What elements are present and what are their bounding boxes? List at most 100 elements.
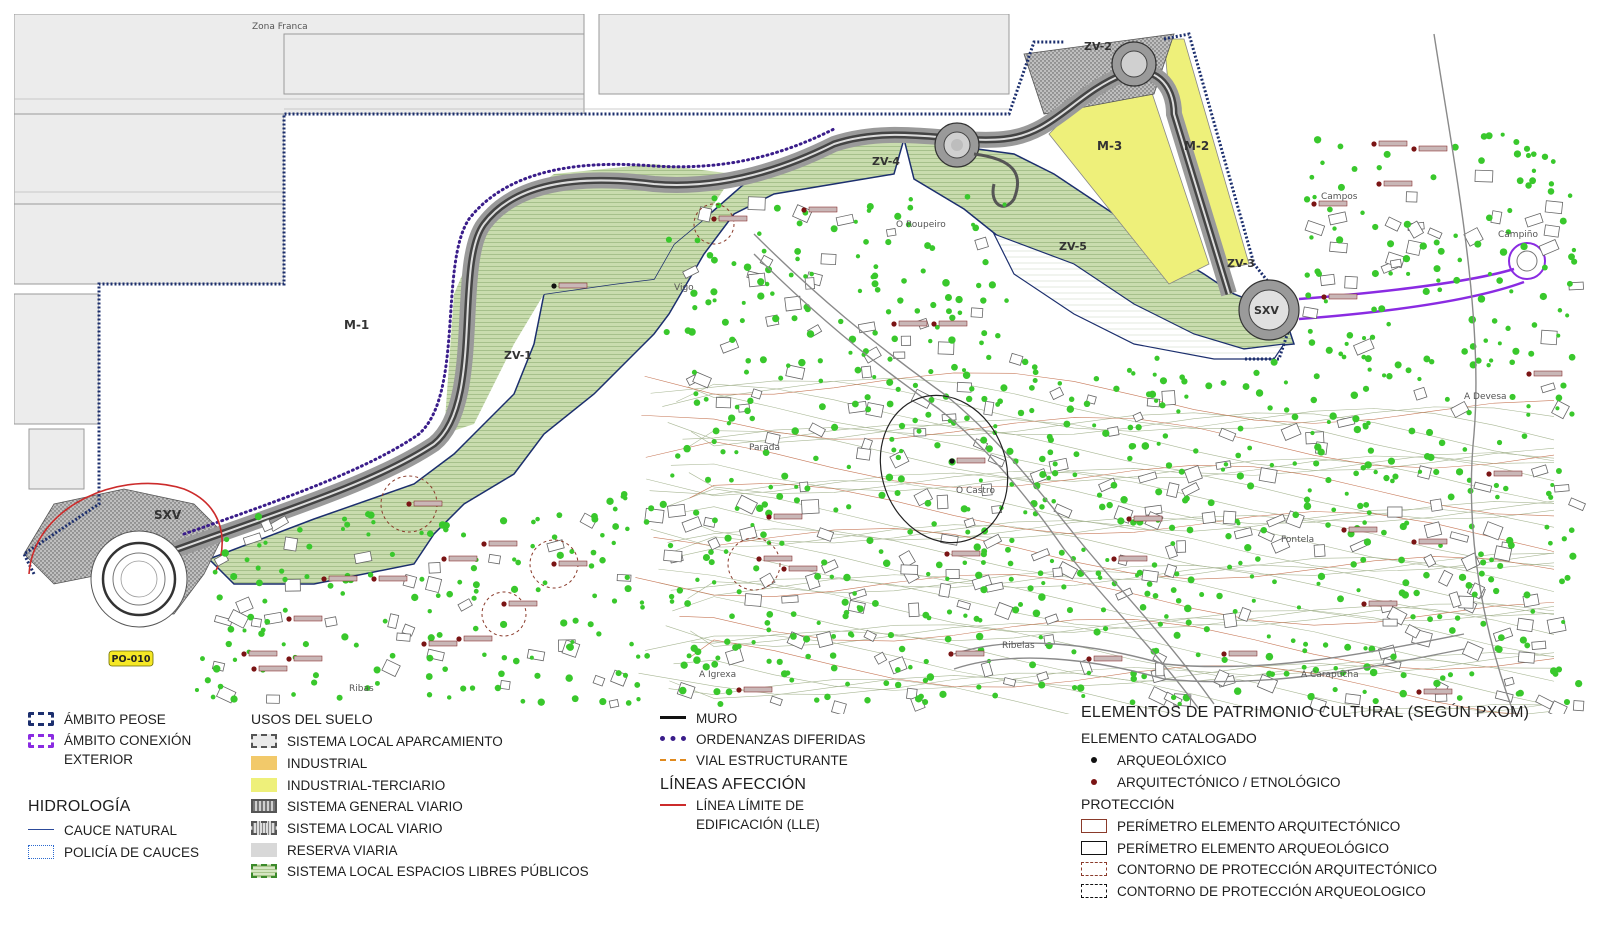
tree: [624, 585, 632, 593]
tree: [1360, 464, 1367, 471]
tree: [854, 366, 862, 374]
tree: [1394, 361, 1402, 369]
legend-uso-reserva-viaria: RESERVA VIARIA: [251, 840, 398, 860]
tree: [262, 598, 268, 604]
tree: [1185, 619, 1192, 626]
tree: [1440, 675, 1446, 681]
tree: [1283, 670, 1290, 677]
tree: [1152, 372, 1157, 377]
building: [1302, 306, 1319, 320]
tree: [1376, 164, 1382, 171]
tree: [712, 517, 718, 524]
tree: [426, 692, 433, 698]
tree: [371, 520, 376, 525]
tree: [788, 272, 794, 278]
tree: [460, 685, 467, 692]
tree: [845, 681, 851, 687]
building: [1329, 241, 1348, 254]
tree: [257, 543, 262, 548]
tree: [734, 506, 740, 511]
tree: [232, 657, 238, 663]
tree: [306, 543, 313, 550]
tree: [821, 559, 828, 566]
tree: [1410, 614, 1416, 620]
tree: [1187, 576, 1195, 584]
archaeological-perimeter-swatch: [1081, 841, 1107, 855]
tree: [1052, 461, 1058, 467]
tree: [1362, 422, 1368, 428]
tree: [817, 358, 823, 364]
tree: [1423, 355, 1431, 363]
tree: [1017, 409, 1025, 417]
tree: [711, 195, 718, 202]
tree: [1105, 557, 1110, 563]
tree: [1453, 233, 1458, 239]
label-zv1: ZV-1: [504, 349, 532, 362]
tree: [1313, 460, 1320, 467]
tree: [472, 581, 480, 589]
tree: [1159, 402, 1166, 409]
tree: [1073, 451, 1080, 458]
tree: [975, 282, 982, 289]
tree: [1496, 439, 1503, 446]
tree: [1195, 652, 1201, 658]
tree: [1316, 581, 1321, 586]
tree: [887, 632, 895, 639]
tree: [1565, 313, 1570, 318]
place-a-carapucha: A Carapucha: [1301, 670, 1359, 680]
tree: [1388, 271, 1393, 276]
tree: [667, 542, 674, 549]
tree: [705, 299, 712, 306]
building: [1344, 275, 1358, 289]
tree: [1051, 470, 1059, 477]
tree: [1530, 609, 1536, 614]
building: [266, 694, 280, 704]
tree: [1236, 472, 1244, 480]
tree: [1363, 501, 1370, 508]
tree: [712, 298, 717, 303]
tree: [874, 286, 881, 293]
tree: [1128, 442, 1136, 450]
tree: [1315, 270, 1323, 277]
tree: [1381, 529, 1387, 536]
legend-contorno-arquitectonico: CONTORNO DE PROTECCIÓN ARQUITECTÓNICO: [1081, 859, 1437, 879]
tree: [611, 540, 616, 546]
tree: [922, 698, 929, 706]
tree: [1363, 646, 1368, 651]
tree: [1337, 595, 1344, 603]
tree: [1528, 350, 1535, 357]
tree: [683, 444, 691, 453]
legend-perimetro-arqueologico: PERÍMETRO ELEMENTO ARQUEOLÓGICO: [1081, 838, 1389, 858]
tree: [1102, 429, 1110, 437]
tree: [886, 400, 894, 408]
tree: [1272, 579, 1277, 585]
tree: [1402, 255, 1411, 263]
tree: [1559, 578, 1565, 585]
building: [425, 575, 443, 594]
tree: [1517, 689, 1524, 697]
tree: [1465, 582, 1473, 589]
tree: [1400, 672, 1407, 679]
tree: [1144, 590, 1151, 597]
tree: [693, 656, 701, 664]
tree: [1004, 298, 1009, 303]
tree: [1457, 257, 1463, 263]
tree: [1247, 482, 1255, 490]
tree: [1308, 339, 1316, 346]
architectural-dot-swatch: [1081, 775, 1107, 789]
tree: [1383, 474, 1390, 482]
tree: [1350, 561, 1357, 568]
tree: [204, 677, 211, 684]
tree: [1437, 247, 1445, 255]
tree: [472, 625, 479, 632]
tree: [964, 193, 971, 200]
tree: [1170, 541, 1176, 546]
tree: [1032, 609, 1041, 618]
tree: [1500, 132, 1505, 137]
tree: [227, 625, 235, 633]
tree: [779, 540, 785, 546]
tree: [1009, 537, 1015, 544]
building: [801, 499, 820, 515]
building: [747, 196, 766, 211]
tree: [644, 653, 650, 659]
